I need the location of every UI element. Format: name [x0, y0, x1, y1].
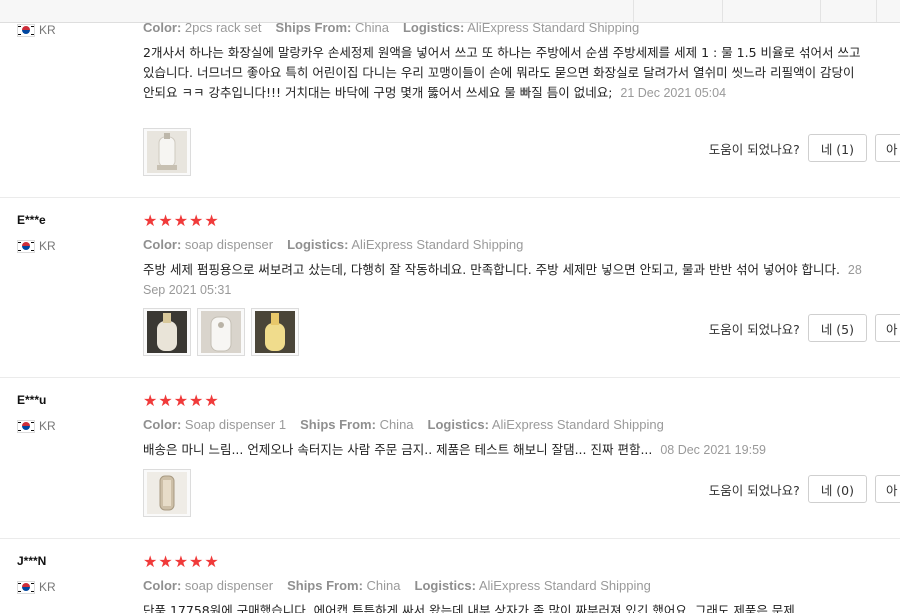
country-code: KR [39, 23, 56, 37]
review-photo[interactable] [143, 308, 191, 356]
logistics: AliExpress Standard Shipping [351, 237, 524, 252]
helpful-yes-button[interactable]: 네 (5) [807, 314, 867, 342]
review-item: E***u KR ★★★★★ Color: Soap dispenser 1 Sh… [0, 377, 900, 539]
dispenser-photo-icon [147, 311, 187, 353]
sku-color: soap dispenser [184, 237, 274, 252]
helpful-no-button[interactable]: 아 [875, 314, 900, 342]
review-sku-info: Color: 2pcs rack set Ships From: China Log… [143, 20, 640, 35]
review-text: 단품 17758원에 구매했습니다. 에어캡 튼튼하게 싸서 왔는데 내부 상자… [143, 603, 795, 613]
ships-from: China [354, 20, 389, 35]
review-photo[interactable] [197, 308, 245, 356]
ships-from: China [379, 417, 414, 432]
korea-flag-icon [17, 419, 35, 433]
korea-flag-icon [17, 580, 35, 594]
review-item: J***N KR ★★★★★ Color: soap dispenser Ship… [0, 538, 900, 613]
helpful-no-button[interactable]: 아 [875, 134, 900, 162]
reviewer-name: E***e [17, 213, 46, 227]
reviewer-name: E***u [17, 393, 47, 407]
review-item: E***e KR ★★★★★ Color: soap dispenser Logi… [0, 197, 900, 378]
review-photos [143, 128, 191, 176]
review-date: 08 Dec 2021 19:59 [660, 443, 766, 457]
logistics: AliExpress Standard Shipping [478, 578, 651, 593]
reviewer-country: KR [17, 23, 56, 37]
dispenser-photo-icon [147, 472, 187, 514]
review-sku-info: Color: soap dispenser Ships From: China Lo… [143, 578, 651, 593]
review-sku-info: Color: Soap dispenser 1 Ships From: China… [143, 417, 664, 432]
helpful-no-button[interactable]: 아 [875, 475, 900, 503]
review-item: KR Color: 2pcs rack set Ships From: China… [0, 0, 900, 198]
logistics: AliExpress Standard Shipping [467, 20, 640, 35]
ships-from: China [366, 578, 401, 593]
dispenser-photo-icon [147, 131, 187, 173]
reviewer-name: J***N [17, 554, 47, 568]
sku-color: soap dispenser [184, 578, 274, 593]
country-code: KR [39, 419, 56, 433]
country-code: KR [39, 239, 56, 253]
star-rating: ★★★★★ [143, 552, 220, 571]
review-photo[interactable] [143, 469, 191, 517]
sku-color: 2pcs rack set [184, 20, 262, 35]
helpful-vote: 도움이 되었나요? 네 (5) 아 [709, 314, 900, 342]
review-date: 21 Dec 2021 05:04 [620, 86, 727, 100]
reviewer-country: KR [17, 419, 56, 433]
helpful-label: 도움이 되었나요? [708, 321, 800, 337]
korea-flag-icon [17, 23, 35, 37]
review-text: 배송은 마니 느림... 언제오나 속터지는 사람 주문 금지.. 제품은 테스… [143, 442, 766, 457]
helpful-vote: 도움이 되었나요? 네 (1) 아 [709, 134, 900, 162]
helpful-label: 도움이 되었나요? [708, 482, 800, 498]
logistics: AliExpress Standard Shipping [491, 417, 664, 432]
country-code: KR [39, 580, 56, 594]
review-photo[interactable] [251, 308, 299, 356]
dispenser-photo-icon [201, 311, 241, 353]
reviewer-country: KR [17, 239, 56, 253]
helpful-yes-button[interactable]: 네 (0) [807, 475, 867, 503]
review-sku-info: Color: soap dispenser Logistics: AliExpre… [143, 237, 524, 252]
helpful-vote: 도움이 되었나요? 네 (0) 아 [709, 475, 900, 503]
dispenser-photo-icon [255, 311, 295, 353]
korea-flag-icon [17, 239, 35, 253]
review-photo[interactable] [143, 128, 191, 176]
helpful-label: 도움이 되었나요? [708, 141, 800, 157]
review-text: 주방 세제 펌핑용으로 써보려고 샀는데, 다행히 잘 작동하네요. 만족합니다… [143, 262, 862, 297]
star-rating: ★★★★★ [143, 391, 220, 410]
review-text: 2개사서 하나는 화장실에 말랑카우 손세정제 원액을 넣어서 쓰고 또 하나는… [143, 45, 861, 100]
star-rating: ★★★★★ [143, 211, 220, 230]
helpful-yes-button[interactable]: 네 (1) [807, 134, 867, 162]
reviewer-country: KR [17, 580, 56, 594]
review-photos [143, 308, 299, 356]
review-photos [143, 469, 191, 517]
sku-color: Soap dispenser 1 [184, 417, 287, 432]
